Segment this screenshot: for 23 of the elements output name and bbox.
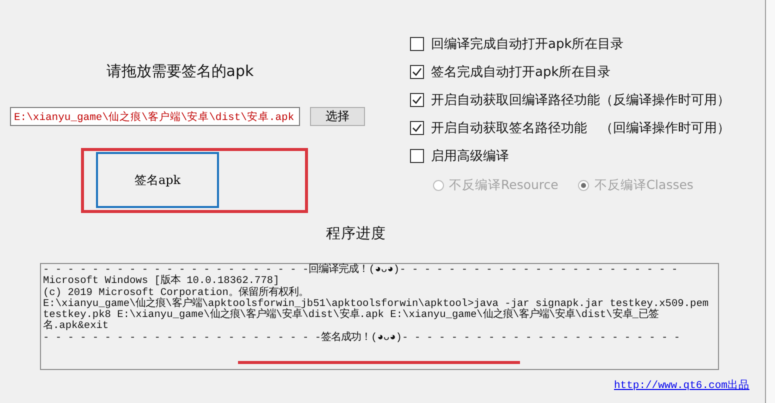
sign-button[interactable]: 签名apk: [96, 152, 219, 208]
log-line: 名.apk&exit: [43, 321, 110, 333]
radio-label: 不反编译Resource: [449, 176, 558, 194]
log-line: - - - - - - - - - - - - - - - - - - - - - - -签名成功！(◕ᴗ◕)- - - - - - - - - - - - - - - - - - - - - - -: [43, 332, 682, 344]
choose-button[interactable]: 选择: [310, 107, 365, 126]
option-label: 开启自动获取回编译路径功能（反编译操作时可用）: [431, 92, 730, 109]
log-line: E:\xianyu_game\仙之痕\客户端\apktoolsforwin_jb51\apktoolsforwin\apktool>java -jar signapk.jar testkey.x509.pem: [43, 298, 710, 310]
drop-prompt: 请拖放需要签名的apk: [105, 62, 255, 82]
radio-label: 不反编译Classes: [594, 176, 694, 194]
log-line: - - - - - - - - - - - - - - - - - - - - - -回编译完成！(◕ᴗ◕)- - - - - - - - - - - - - - - - - - - - - - -: [43, 265, 679, 276]
checkbox[interactable]: [410, 149, 424, 163]
option-label: 开启自动获取签名路径功能 （回编译操作时可用）: [431, 120, 730, 137]
path-field[interactable]: E:\xianyu_game\仙之痕\客户端\安卓\dist\安卓.apk: [10, 107, 300, 126]
checkbox[interactable]: [410, 121, 424, 135]
credit-link[interactable]: http://www.qt6.com出品: [614, 378, 750, 392]
checkbox[interactable]: [410, 93, 424, 107]
checkbox[interactable]: [410, 65, 424, 79]
option-label: 签名完成自动打开apk所在目录: [431, 64, 611, 81]
option-label: 启用高级编译: [431, 148, 509, 165]
log-line: Microsoft Windows [版本 10.0.18362.778]: [43, 276, 280, 288]
option-label: 回编译完成自动打开apk所在目录: [431, 36, 624, 53]
checkbox[interactable]: [410, 37, 424, 51]
progress-title: 程序进度: [326, 224, 387, 244]
